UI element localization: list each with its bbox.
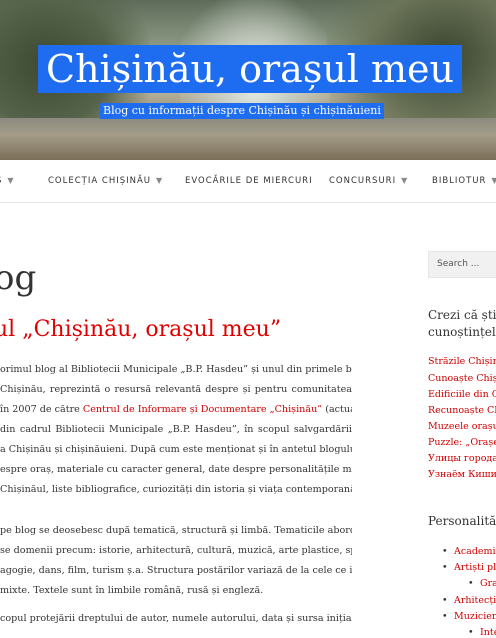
quiz-link[interactable]: Muzeele orașul <box>428 421 496 432</box>
intro-paragraph: orimul blog al Bibliotecii Municipale „B… <box>0 360 352 500</box>
quiz-link[interactable]: Recunoaște Chi <box>428 405 496 416</box>
chevron-down-icon: ▼ <box>7 176 15 185</box>
copyright-paragraph: copul protejării dreptului de autor, num… <box>0 609 352 629</box>
widget-title-line: cunoștințele! <box>428 325 496 339</box>
nav-item-label: CONCURSURI <box>329 176 397 186</box>
site-tagline: Blog cu informații despre Chișinău și ch… <box>100 103 384 119</box>
personality-subcategory-link[interactable]: Gra <box>468 578 496 589</box>
banner-pool <box>0 118 496 160</box>
personalities-widget-title: Personalități <box>428 514 496 528</box>
nav-item-label: COLECȚIA CHIȘINĂU <box>48 176 152 186</box>
text-fragment: în 2007 de către <box>0 404 83 415</box>
nav-item-colectia[interactable]: COLECȚIA CHIȘINĂU ▼ <box>48 160 163 202</box>
chevron-down-icon: ▼ <box>401 176 409 185</box>
quiz-link[interactable]: Узнаём Кишин <box>428 469 496 480</box>
quiz-link[interactable]: Улицы города <box>428 453 496 464</box>
personality-category-link[interactable]: Artiști pla <box>442 562 496 573</box>
personality-category-link[interactable]: Muzicien <box>442 611 496 622</box>
site-title[interactable]: Chișinău, orașul meu <box>38 45 463 93</box>
quiz-link[interactable]: Cunoaște Chișin <box>428 373 496 384</box>
nav-item-label: Ș <box>0 176 2 186</box>
text-line: a Chișinău și chișinăuieni. După cum est… <box>0 444 352 455</box>
chevron-down-icon: ▼ <box>156 176 164 185</box>
header-banner: Chișinău, orașul meu Blog cu informații … <box>0 0 496 160</box>
quiz-link[interactable]: Edificiile din Ch <box>428 389 496 400</box>
nav-item-partial[interactable]: Ș▼ <box>0 160 15 202</box>
page-heading: og <box>0 258 37 298</box>
personality-subcategory-link[interactable]: Inte <box>468 627 496 638</box>
centrul-link[interactable]: Centrul de Informare și Documentare „Chi… <box>83 404 322 415</box>
widget-title-line: Crezi că știi C <box>428 308 496 322</box>
nav-item-label: EVOCĂRILE DE MIERCURI <box>185 176 313 186</box>
text-line: Chișinău, reprezintă o resursă relevantă… <box>0 384 352 395</box>
personality-category-link[interactable]: Academic <box>442 546 496 557</box>
post-title[interactable]: ul „Chișinău, orașul meu” <box>0 317 281 342</box>
text-line: din cadrul Bibliotecii Municipale „B.P. … <box>0 424 352 435</box>
text-fragment: (actualmente <box>325 404 352 415</box>
nav-item-evocarile[interactable]: EVOCĂRILE DE MIERCURI <box>185 160 313 202</box>
nav-item-concursuri[interactable]: CONCURSURI ▼ <box>329 160 408 202</box>
quiz-link[interactable]: Străzile Chișină <box>428 356 496 367</box>
text-line: pe blog se deosebesc după tematică, stru… <box>0 525 352 536</box>
quiz-widget-title: Crezi că știi C cunoștințele! <box>428 307 496 341</box>
chevron-down-icon: ▼ <box>491 176 496 185</box>
structure-paragraph: pe blog se deosebesc după tematică, stru… <box>0 521 352 601</box>
text-line: se domenii precum: istorie, arhitectură,… <box>0 545 352 556</box>
text-line: agogie, dans, film, turism ș.a. Structur… <box>0 565 352 576</box>
main-nav: Ș▼ COLECȚIA CHIȘINĂU▼ EVOCĂRILE DE MIERC… <box>0 160 496 203</box>
quiz-link[interactable]: Puzzle: „Orașe î <box>428 437 496 448</box>
text-line: Chișinăul, liste bibliografice, curiozit… <box>0 484 352 495</box>
text-line: espre oraș, materiale cu caracter genera… <box>0 464 352 475</box>
nav-item-label: BIBLIOTUR <box>432 176 487 186</box>
text-line: copul protejării dreptului de autor, num… <box>0 613 352 624</box>
search-input[interactable]: Search ... <box>428 251 496 278</box>
personality-category-link[interactable]: Arhitecți <box>442 595 496 606</box>
text-line: orimul blog al Bibliotecii Municipale „B… <box>0 364 352 375</box>
nav-item-bibliotur[interactable]: BIBLIOTUR ▼ <box>432 160 496 202</box>
text-line: în 2007 de către Centrul de Informare și… <box>0 400 352 420</box>
text-line: mixte. Textele sunt în limbile română, r… <box>0 585 264 596</box>
